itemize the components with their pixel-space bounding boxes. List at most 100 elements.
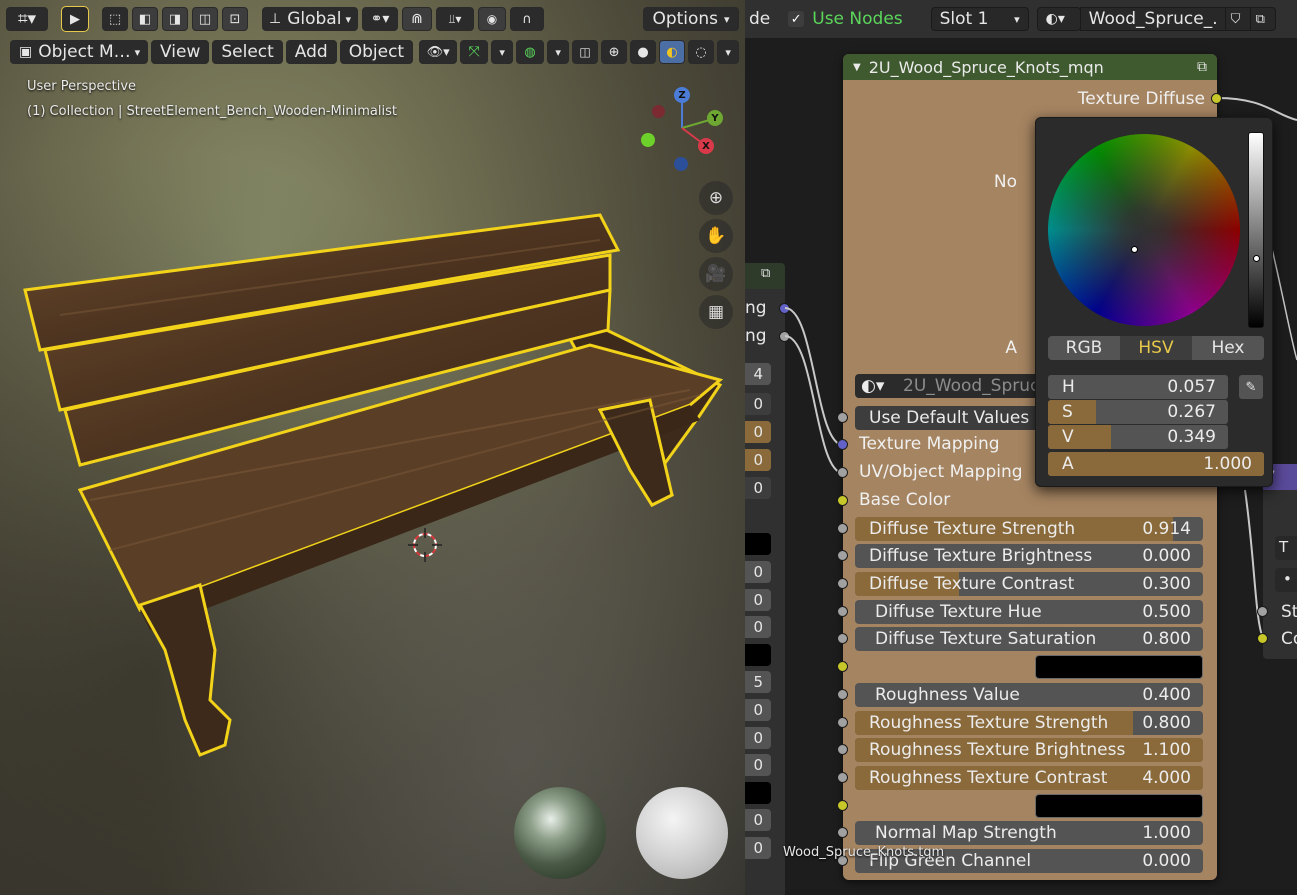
color-swatch-field[interactable] <box>1035 794 1203 818</box>
field-fill <box>1048 425 1111 449</box>
slider-value: 4.000 <box>1142 768 1191 788</box>
hue-field[interactable]: H 0.057 <box>1048 375 1228 399</box>
color-wheel-cursor[interactable] <box>1131 246 1138 253</box>
3d-viewport[interactable]: ⌗▾ ▶ ⬚ ◧ ◨ ◫ ⊡ ⊥ Global ▾ ⚭▾ ⋒ ⫫▾ ◉ ∩ Op… <box>0 0 745 895</box>
input-socket[interactable] <box>837 717 848 728</box>
input-socket[interactable] <box>837 827 848 838</box>
slider-label: Normal Map Strength <box>875 823 1057 843</box>
right-partial-node[interactable]: ▼ T • St Co <box>1257 464 1297 659</box>
slider-value: 0.400 <box>1142 685 1191 705</box>
slider-label: Roughness Texture Brightness <box>869 740 1126 760</box>
right-node-label: Co <box>1281 629 1297 649</box>
right-node-label: St <box>1281 602 1297 622</box>
field-label: V <box>1062 427 1074 447</box>
input-socket[interactable] <box>837 606 848 617</box>
node-group-icon[interactable]: ⧉ <box>1197 59 1207 75</box>
input-socket-base-color[interactable] <box>837 495 848 506</box>
environment-name-label: Wood_Spruce_Knots.tqm <box>783 845 945 860</box>
roughness-texture-brightness-slider[interactable]: Roughness Texture Brightness 1.100 <box>855 738 1203 762</box>
slider-value: 0.800 <box>1142 629 1191 649</box>
slider-value: 0.000 <box>1142 546 1191 566</box>
value-slider-knob[interactable] <box>1253 255 1260 262</box>
collapse-triangle-icon[interactable]: ▼ <box>853 62 861 73</box>
slider-label: Diffuse Texture Hue <box>875 602 1042 622</box>
node-group-name: 2U_Wood_Spruc <box>903 376 1040 396</box>
input-socket-color[interactable] <box>837 800 848 811</box>
color-wheel[interactable] <box>1048 134 1240 326</box>
tab-hex[interactable]: Hex <box>1192 336 1264 360</box>
input-socket[interactable] <box>837 578 848 589</box>
input-socket[interactable] <box>837 633 848 644</box>
slider-value: 0.914 <box>1142 519 1191 539</box>
color-mode-tabs: RGB HSV Hex <box>1048 336 1264 360</box>
input-texture-mapping-label: Texture Mapping <box>859 434 1000 454</box>
output-socket-texture-diffuse[interactable] <box>1211 93 1222 104</box>
diffuse-texture-saturation-slider[interactable]: Diffuse Texture Saturation 0.800 <box>855 627 1203 651</box>
tab-rgb[interactable]: RGB <box>1048 336 1120 360</box>
3d-cursor[interactable] <box>408 528 442 562</box>
bench-object[interactable] <box>0 0 745 895</box>
output-alpha-label: A <box>1005 338 1017 358</box>
right-node-input-socket[interactable] <box>1257 606 1268 617</box>
field-label: S <box>1062 402 1073 422</box>
input-socket-color[interactable] <box>837 661 848 672</box>
lookdev-diffuse-sphere <box>636 787 728 879</box>
roughness-texture-contrast-slider[interactable]: Roughness Texture Contrast 4.000 <box>855 766 1203 790</box>
slider-label: Diffuse Texture Saturation <box>875 629 1097 649</box>
row-label: Use Default Values <box>869 408 1030 428</box>
slider-value: 0.500 <box>1142 602 1191 622</box>
node-header[interactable]: ▼ 2U_Wood_Spruce_Knots_mqn ⧉ <box>843 54 1217 80</box>
slider-value: 1.000 <box>1142 823 1191 843</box>
normal-map-strength-slider[interactable]: Normal Map Strength 1.000 <box>855 821 1203 845</box>
value-slider[interactable] <box>1248 132 1264 328</box>
value-field[interactable]: V 0.349 <box>1048 425 1228 449</box>
slider-label: Diffuse Texture Strength <box>869 519 1076 539</box>
alpha-field[interactable]: A 1.000 <box>1048 452 1264 476</box>
eyedropper-icon: ✎ <box>1245 379 1257 395</box>
output-texture-diffuse-label: Texture Diffuse <box>1077 89 1205 109</box>
color-picker-popup[interactable]: RGB HSV Hex H 0.057 S 0.267 V 0.349 A 1.… <box>1035 117 1273 487</box>
node-tree-icon: ◐▾ <box>861 376 885 396</box>
slider-label: Roughness Value <box>875 685 1020 705</box>
diffuse-texture-hue-slider[interactable]: Diffuse Texture Hue 0.500 <box>855 600 1203 624</box>
slider-value: 0.300 <box>1142 574 1191 594</box>
slider-label: Roughness Texture Strength <box>869 713 1109 733</box>
right-node-input-socket[interactable] <box>1257 633 1268 644</box>
input-socket[interactable] <box>837 744 848 755</box>
slider-value: 1.100 <box>1142 740 1191 760</box>
input-socket[interactable] <box>837 412 848 423</box>
slider-label: Diffuse Texture Contrast <box>869 574 1075 594</box>
diffuse-texture-contrast-slider[interactable]: Diffuse Texture Contrast 0.300 <box>855 572 1203 596</box>
input-socket[interactable] <box>837 689 848 700</box>
field-label: H <box>1062 377 1075 397</box>
field-value: 1.000 <box>1203 454 1252 474</box>
saturation-field[interactable]: S 0.267 <box>1048 400 1228 424</box>
right-node-field[interactable]: • <box>1275 568 1297 592</box>
slider-value: 0.800 <box>1142 713 1191 733</box>
output-normal-label: No <box>993 172 1017 192</box>
hdri-preview-sphere <box>514 787 606 879</box>
node-title: 2U_Wood_Spruce_Knots_mqn <box>868 57 1104 77</box>
diffuse-texture-brightness-slider[interactable]: Diffuse Texture Brightness 0.000 <box>855 544 1203 568</box>
input-base-color-label: Base Color <box>859 490 951 510</box>
color-swatch-field[interactable] <box>1035 655 1203 679</box>
field-label: A <box>1062 454 1074 474</box>
input-socket-texture-mapping[interactable] <box>837 439 848 450</box>
input-socket[interactable] <box>837 523 848 534</box>
roughness-value-slider[interactable]: Roughness Value 0.400 <box>855 683 1203 707</box>
field-value: 0.057 <box>1167 377 1216 397</box>
right-node-field[interactable]: T <box>1275 536 1297 560</box>
field-value: 0.349 <box>1167 427 1216 447</box>
roughness-texture-strength-slider[interactable]: Roughness Texture Strength 0.800 <box>855 711 1203 735</box>
slider-value: 0.000 <box>1142 851 1191 871</box>
diffuse-texture-strength-slider[interactable]: Diffuse Texture Strength 0.914 <box>855 517 1203 541</box>
input-socket-uv-mapping[interactable] <box>837 467 848 478</box>
slider-label: Diffuse Texture Brightness <box>869 546 1093 566</box>
input-socket[interactable] <box>837 550 848 561</box>
input-uv-mapping-label: UV/Object Mapping <box>859 462 1023 482</box>
field-value: 0.267 <box>1167 402 1216 422</box>
slider-label: Roughness Texture Contrast <box>869 768 1108 788</box>
input-socket[interactable] <box>837 772 848 783</box>
eyedropper-button[interactable]: ✎ <box>1239 375 1263 399</box>
tab-hsv[interactable]: HSV <box>1120 336 1192 360</box>
